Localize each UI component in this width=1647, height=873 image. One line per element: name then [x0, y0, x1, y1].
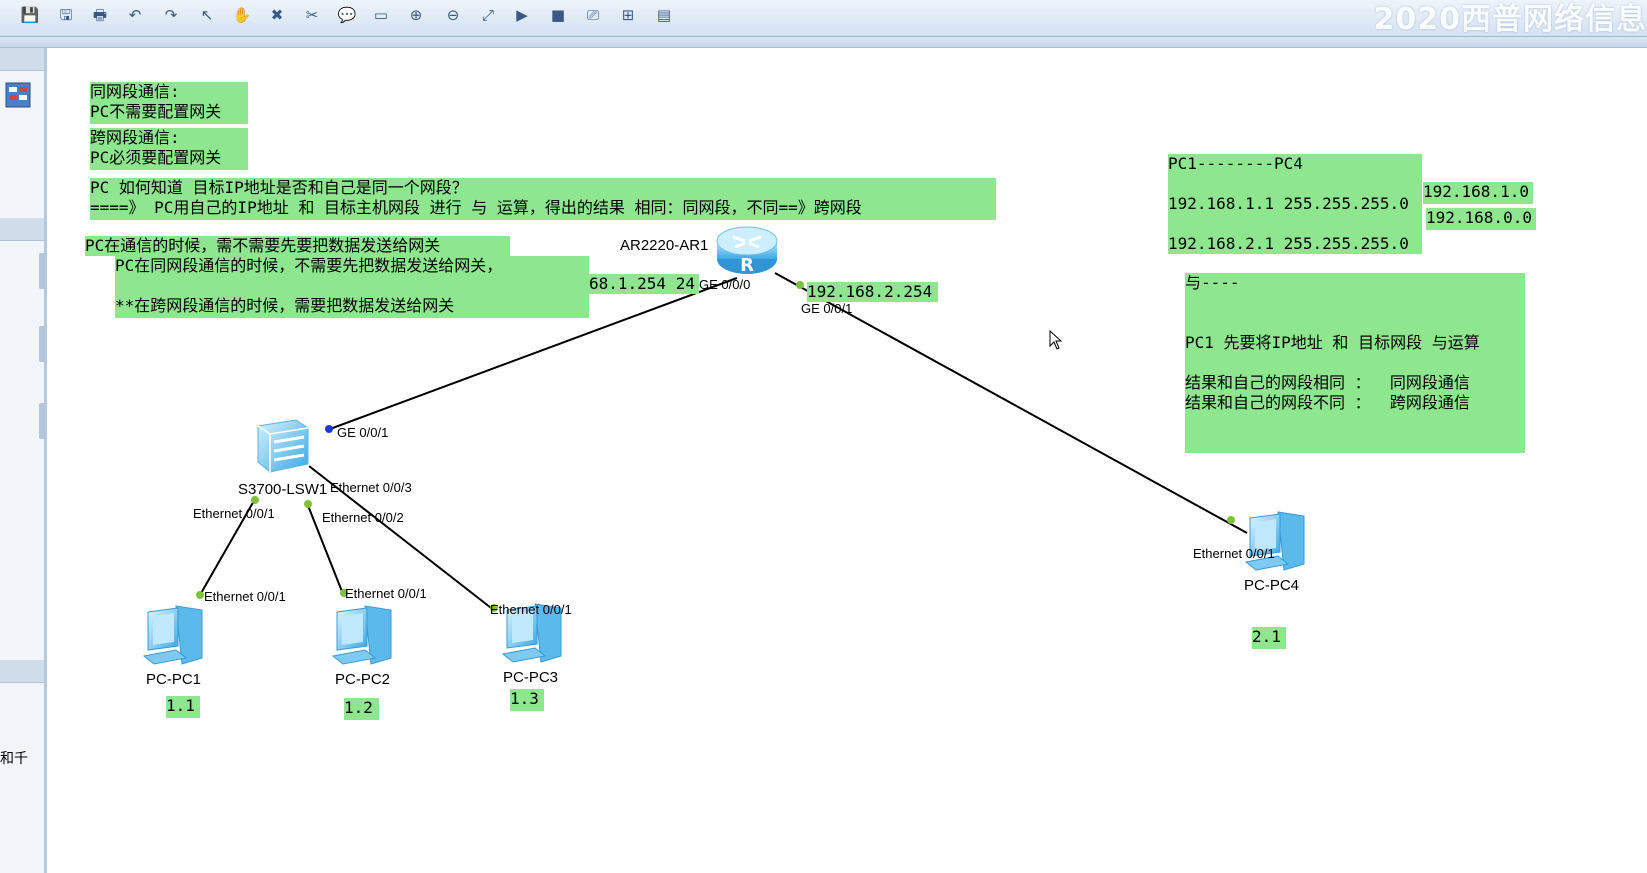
- port-dot: [196, 591, 204, 599]
- select-icon[interactable]: ↖: [196, 4, 218, 26]
- pc4-port: Ethernet 0/0/1: [1193, 546, 1275, 561]
- pc3-port: Ethernet 0/0/1: [490, 602, 572, 617]
- note-send-to-gateway[interactable]: PC在通信的时候，需不需要先要把数据发送给网关: [85, 236, 510, 256]
- note-router-ge001-ip[interactable]: 192.168.2.254: [807, 282, 938, 302]
- pc1-name: PC-PC1: [146, 671, 202, 688]
- switch-name: S3700-LSW1: [238, 481, 328, 498]
- port-dot: [304, 500, 312, 508]
- fit-icon[interactable]: ⤢: [477, 4, 499, 26]
- left-panel-footer-bar: [0, 660, 44, 683]
- switch-icon[interactable]: [252, 418, 312, 474]
- note-pc1-pc4-ips[interactable]: PC1--------PC4 192.168.1.1 255.255.255.0…: [1168, 154, 1422, 254]
- router-port-ge000: GE 0/0/0: [699, 277, 751, 292]
- note-pc1-ip[interactable]: 1.1: [166, 696, 200, 718]
- left-panel-tab[interactable]: [39, 403, 44, 439]
- port-dot: [1227, 516, 1235, 524]
- switch-port-e003: Ethernet 0/0/3: [330, 480, 412, 495]
- device-library-icon[interactable]: [2, 80, 32, 110]
- mouse-cursor-icon: [1049, 330, 1063, 350]
- brand-watermark: 2020西普网络信息: [1373, 2, 1647, 37]
- note-and-operation[interactable]: 与---- PC1 先要将IP地址 和 目标网段 与运算 结果和自己的网段相同 …: [1185, 273, 1525, 453]
- left-panel: 和千: [0, 48, 47, 873]
- note-same-segment[interactable]: 同网段通信: PC不需要配置网关: [90, 82, 248, 124]
- undo-icon[interactable]: ↶: [124, 4, 146, 26]
- save-as-icon[interactable]: 🖫: [55, 4, 77, 26]
- pc2-name: PC-PC2: [335, 671, 391, 688]
- panel-icon[interactable]: ▤: [653, 4, 675, 26]
- delete-link-icon[interactable]: ✂: [301, 4, 323, 26]
- toolbar-band: [0, 37, 1647, 48]
- switch-port-e001: Ethernet 0/0/1: [193, 506, 275, 521]
- left-panel-tab[interactable]: [39, 253, 44, 289]
- left-panel-tab[interactable]: [39, 326, 44, 362]
- toolbar: 💾 🖫 🖶 ↶ ↷ ↖ ✋ ✖ ✂ 💬 ▭ ⊕ ⊖ ⤢ ▶ ■ ⎚ ⊞ ▤ 2020西普网络信息: [0, 0, 1647, 37]
- note-pc4-ip[interactable]: 2.1: [1252, 627, 1286, 649]
- start-icon[interactable]: ▶: [511, 4, 533, 26]
- left-panel-section-bar: [0, 218, 44, 241]
- switch-port-e002: Ethernet 0/0/2: [322, 510, 404, 525]
- note-network-1[interactable]: 192.168.1.0: [1423, 182, 1533, 204]
- pc4-name: PC-PC4: [1244, 577, 1300, 594]
- save-icon[interactable]: 💾: [19, 4, 41, 26]
- topology-icon[interactable]: ⊞: [617, 4, 639, 26]
- left-panel-text: 和千: [0, 751, 28, 767]
- router-port-ge001: GE 0/0/1: [801, 301, 853, 316]
- note-pc3-ip[interactable]: 1.3: [510, 689, 544, 711]
- delete-icon[interactable]: ✖: [266, 4, 288, 26]
- topology-canvas[interactable]: 同网段通信: PC不需要配置网关 跨网段通信: PC必须要配置网关 PC 如何知…: [47, 48, 1647, 873]
- note-how-pc-knows[interactable]: PC 如何知道 目标IP地址是否和自己是同一个网段？ ====》 PC用自己的I…: [90, 178, 996, 220]
- pc1-icon[interactable]: [140, 602, 206, 668]
- pc4-icon[interactable]: [1242, 508, 1308, 574]
- note-pc2-ip[interactable]: 1.2: [344, 698, 379, 720]
- router-name: AR2220-AR1: [620, 237, 709, 254]
- redo-icon[interactable]: ↷: [160, 4, 182, 26]
- text-note-icon[interactable]: 💬: [336, 4, 358, 26]
- note-gateway-explanation[interactable]: PC在同网段通信的时候，不需要先把数据发送给网关， **在跨网段通信的时候，需要…: [115, 256, 589, 318]
- pc1-port: Ethernet 0/0/1: [204, 589, 286, 604]
- zoom-in-icon[interactable]: ⊕: [405, 4, 427, 26]
- note-router-ge000-ip[interactable]: 68.1.254 24: [589, 274, 699, 294]
- svg-text:R: R: [740, 255, 754, 276]
- print-icon[interactable]: 🖶: [89, 4, 111, 26]
- pan-icon[interactable]: ✋: [231, 4, 253, 26]
- left-panel-header: [0, 48, 44, 71]
- zoom-out-icon[interactable]: ⊖: [442, 4, 464, 26]
- note-cross-segment[interactable]: 跨网段通信: PC必须要配置网关: [90, 128, 248, 170]
- port-dot: [325, 425, 333, 433]
- capture-icon[interactable]: ⎚: [582, 4, 604, 26]
- stop-icon[interactable]: ■: [547, 4, 569, 26]
- pc2-port: Ethernet 0/0/1: [345, 586, 427, 601]
- pc3-name: PC-PC3: [503, 669, 559, 686]
- switch-port-ge001: GE 0/0/1: [337, 425, 389, 440]
- port-dot: [796, 281, 804, 289]
- router-icon[interactable]: R: [715, 223, 779, 279]
- rectangle-icon[interactable]: ▭: [370, 4, 392, 26]
- note-network-0[interactable]: 192.168.0.0: [1426, 208, 1536, 230]
- pc2-icon[interactable]: [329, 602, 395, 668]
